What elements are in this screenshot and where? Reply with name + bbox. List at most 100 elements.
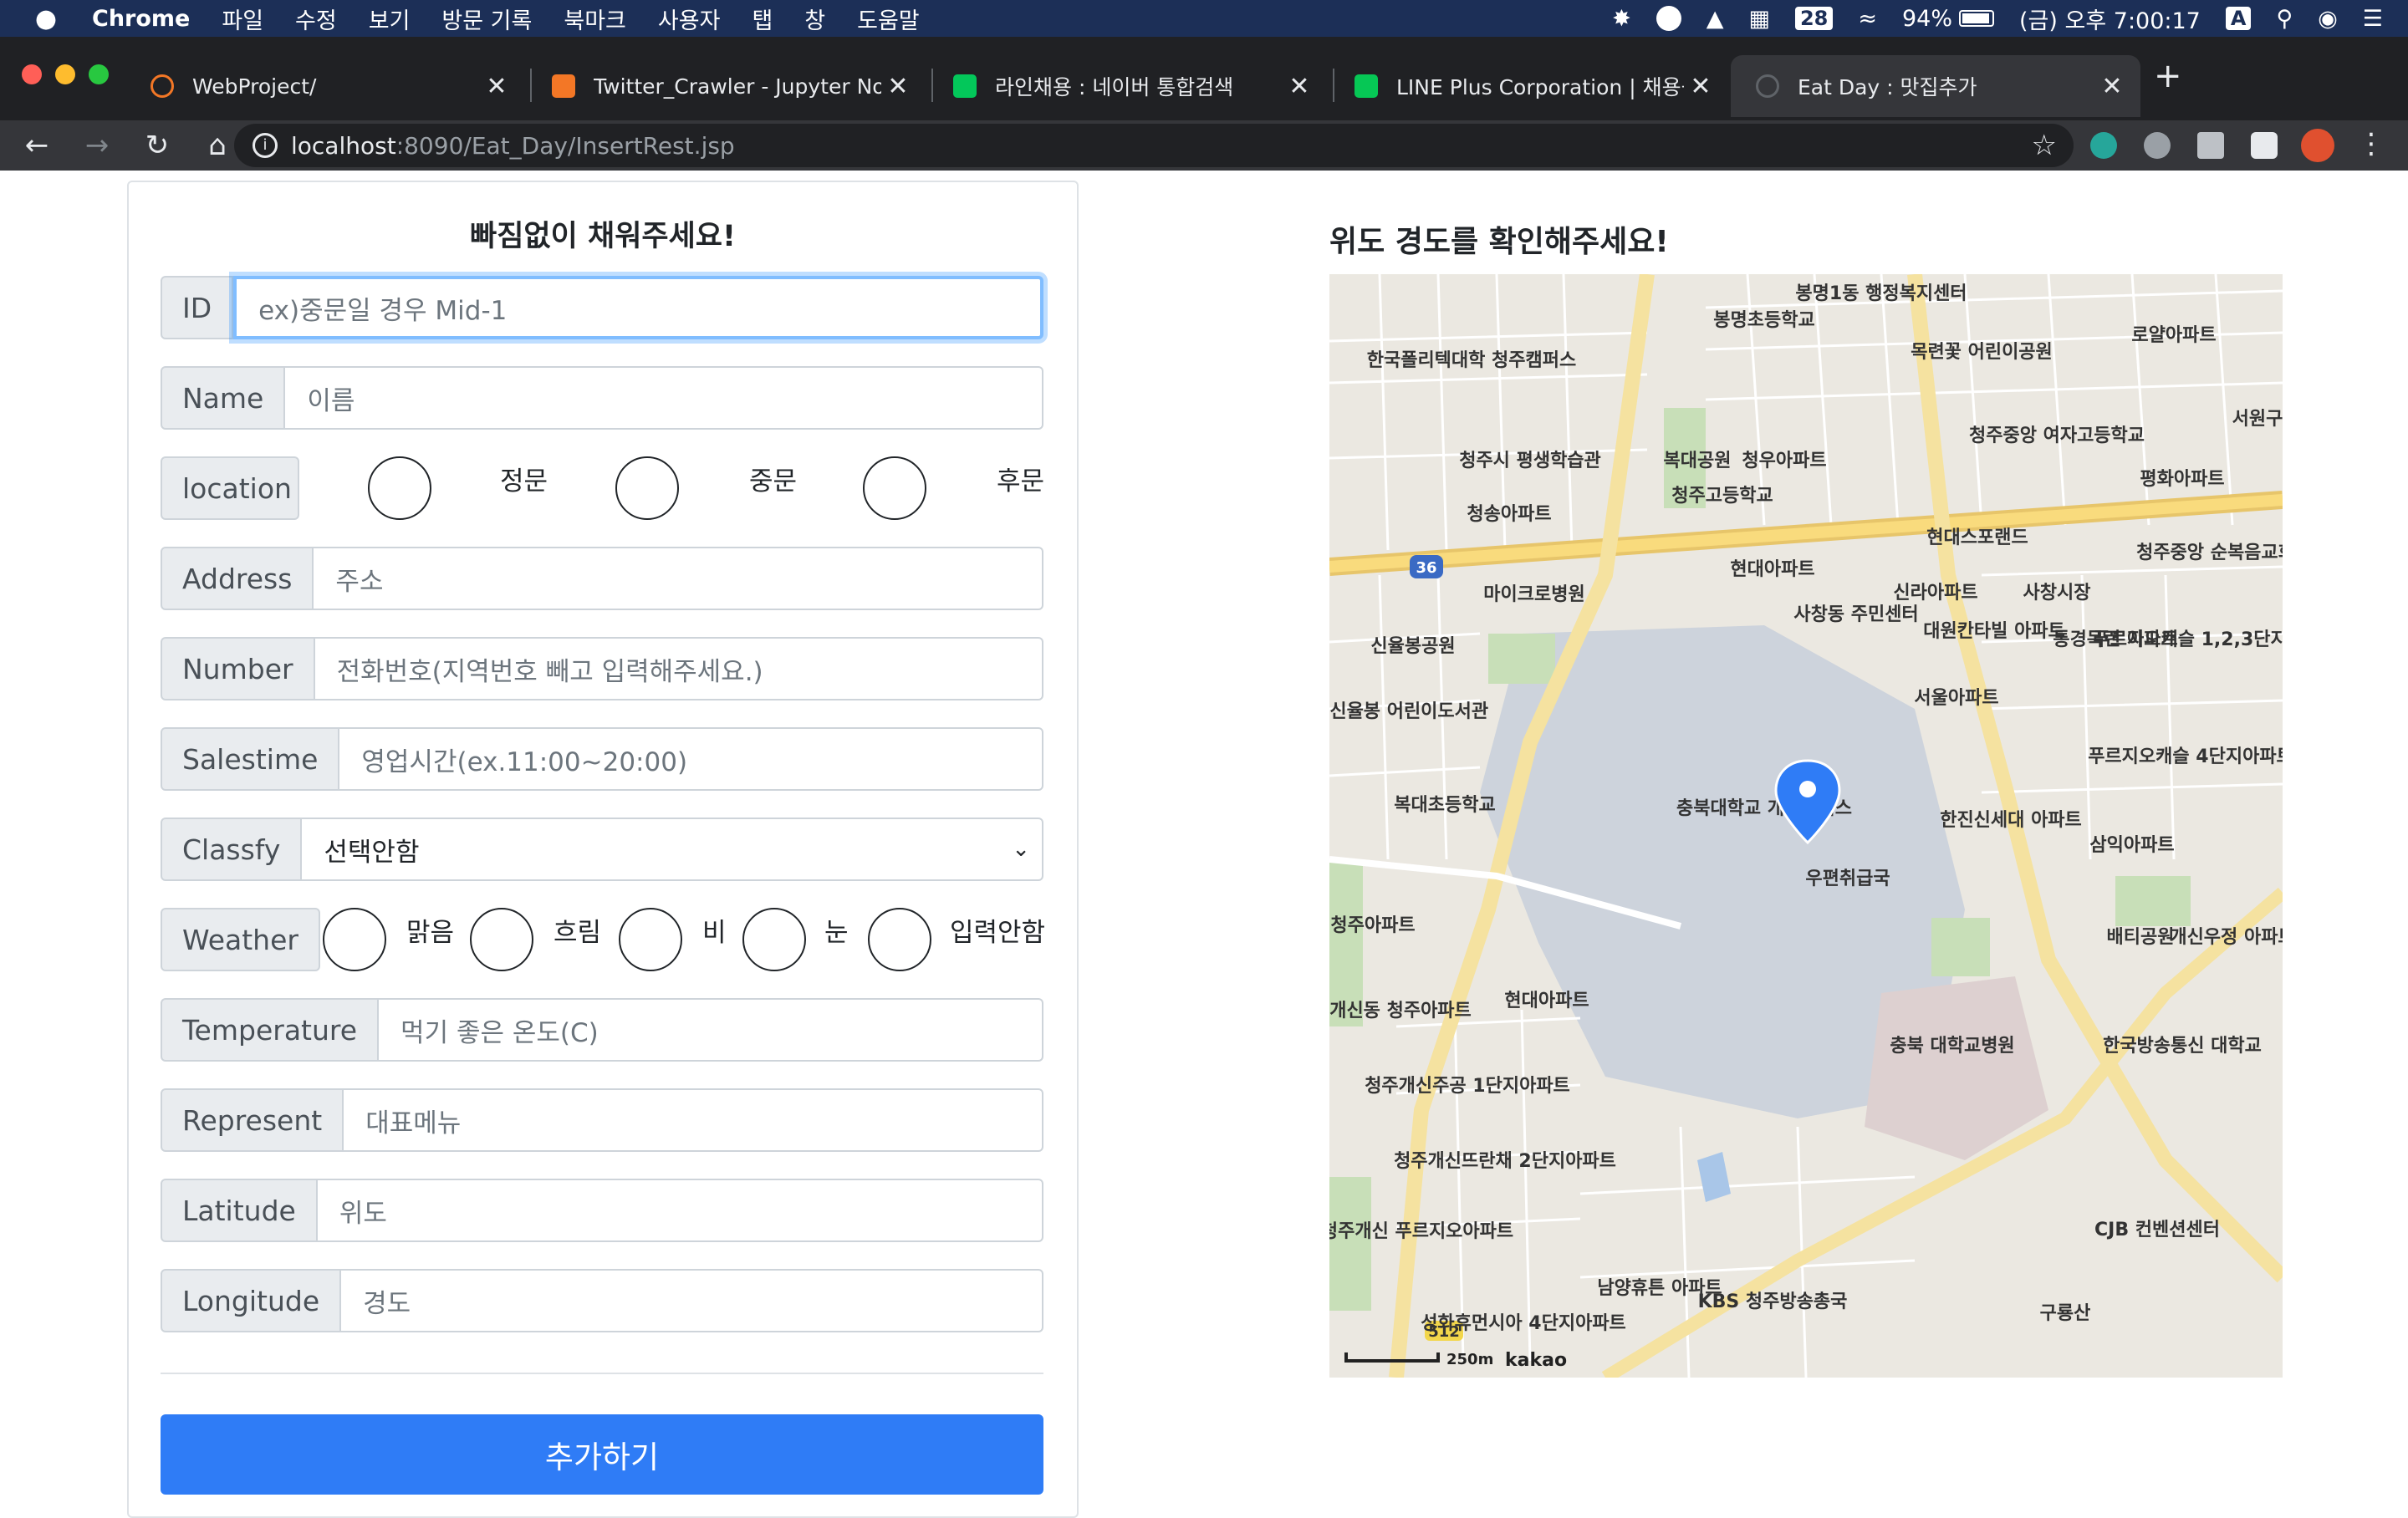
tab-twitter-crawler[interactable]: Twitter_Crawler - Jupyter Note ✕	[527, 55, 926, 117]
salestime-input[interactable]: 영업시간(ex.11:00~20:00)	[339, 727, 1043, 791]
new-tab-icon[interactable]: +	[2154, 57, 2182, 95]
weather-label: Weather	[161, 908, 320, 971]
extension-gear-icon[interactable]	[2144, 132, 2171, 159]
menubar-app-name[interactable]: Chrome	[92, 6, 190, 32]
close-window-button[interactable]	[22, 64, 42, 84]
name-label: Name	[161, 366, 286, 430]
address-bar[interactable]: i localhost:8090/Eat_Day/InsertRest.jsp …	[234, 124, 2074, 167]
add-restaurant-button[interactable]: 추가하기	[161, 1414, 1043, 1495]
battery-percent[interactable]: 94%	[1902, 6, 1995, 32]
tab-close-icon[interactable]: ✕	[480, 72, 513, 101]
wifi-icon[interactable]: ≈	[1858, 6, 1877, 32]
map-label: CJB 컨벤션센터	[2094, 1220, 2220, 1240]
control-center-icon[interactable]: ☰	[2363, 6, 2383, 32]
profile-avatar[interactable]	[2301, 129, 2334, 162]
reload-icon[interactable]: ↻	[127, 129, 187, 162]
map-label: 한국폴리텍대학 청주캠퍼스	[1367, 350, 1577, 371]
map-label: 사창시장	[2023, 583, 2091, 604]
tab-close-icon[interactable]: ✕	[881, 72, 915, 101]
menu-edit[interactable]: 수정	[295, 3, 337, 35]
apple-menu-icon[interactable]: ●	[32, 4, 60, 33]
latitude-input[interactable]: 위도	[317, 1179, 1043, 1242]
location-radio-back[interactable]	[863, 456, 926, 520]
weather-radio-snow[interactable]	[742, 908, 806, 971]
macos-menubar: ● Chrome 파일 수정 보기 방문 기록 북마크 사용자 탭 창 도움말 …	[0, 0, 2408, 37]
tab-close-icon[interactable]: ✕	[1684, 72, 1717, 101]
address-field-group: Address 주소	[161, 547, 1043, 610]
status-gear-icon[interactable]: ✸	[1612, 6, 1631, 32]
latitude-label: Latitude	[161, 1179, 318, 1242]
input-source-indicator[interactable]: A	[2225, 7, 2252, 30]
temperature-input[interactable]: 먹기 좋은 온도(C)	[379, 998, 1043, 1062]
map-label: 푸르지오캐슬 1,2,3단지아파트	[2094, 629, 2283, 650]
menu-history[interactable]: 방문 기록	[441, 3, 532, 35]
map-canvas[interactable]: 36 512 봉명1동 행정복지센터 봉명초등학교 한국폴리텍대학 청주캠퍼스 …	[1329, 274, 2283, 1378]
extension-cast-icon[interactable]	[2197, 132, 2224, 159]
extensions-puzzle-icon[interactable]	[2251, 132, 2278, 159]
map-label: 푸르지오캐슬 4단지아파트	[2088, 746, 2283, 767]
sports-field	[1931, 918, 1990, 976]
menu-tab[interactable]: 탭	[752, 3, 773, 35]
jupyter-favicon-icon	[150, 74, 174, 98]
address-input[interactable]: 주소	[314, 547, 1043, 610]
status-mountain-icon[interactable]: ▲	[1707, 6, 1724, 32]
menu-window[interactable]: 창	[804, 3, 825, 35]
menubar-clock[interactable]: (금) 오후 7:00:17	[2019, 3, 2201, 35]
naver-favicon-icon	[953, 74, 977, 98]
siri-icon[interactable]: ◉	[2318, 6, 2338, 32]
minimize-window-button[interactable]	[55, 64, 75, 84]
map-label: 충북 대학교병원	[1890, 1036, 2014, 1057]
location-radio-front[interactable]	[368, 456, 431, 520]
status-circle-icon[interactable]	[1656, 6, 1681, 31]
map-label: 구룡산	[2040, 1303, 2091, 1324]
weather-radio-cloudy[interactable]	[470, 908, 533, 971]
tab-line-plus[interactable]: LINE Plus Corporation | 채용공고 ✕	[1329, 55, 1729, 117]
bookmark-star-icon[interactable]: ☆	[2032, 129, 2057, 162]
spotlight-search-icon[interactable]: ⚲	[2276, 6, 2293, 32]
tab-close-icon[interactable]: ✕	[1283, 72, 1316, 101]
menu-profiles[interactable]: 사용자	[658, 3, 721, 35]
menu-bookmarks[interactable]: 북마크	[564, 3, 626, 35]
tab-eat-day[interactable]: Eat Day : 맛집추가 ✕	[1731, 55, 2140, 117]
map-label: 배티공원	[2107, 927, 2175, 948]
location-option-front: 정문	[500, 466, 548, 497]
status-grid-icon[interactable]: ▦	[1748, 6, 1770, 32]
name-input[interactable]: 이름	[285, 366, 1043, 430]
location-radio-middle[interactable]	[615, 456, 679, 520]
extension-m-icon[interactable]	[2090, 132, 2117, 159]
map-label: 청주개신뜨란채 2단지아파트	[1394, 1151, 1616, 1172]
form-heading: 빠짐없이 채워주세요!	[470, 220, 736, 253]
map-label: 성화휴먼시아 4단지아파트	[1421, 1313, 1626, 1334]
classfy-select[interactable]: 선택안함 ⌄	[302, 818, 1043, 881]
calendar-badge[interactable]: 28	[1794, 7, 1834, 30]
zoom-window-button[interactable]	[89, 64, 109, 84]
tab-line-naver[interactable]: 라인채용 : 네이버 통합검색 ✕	[928, 55, 1328, 117]
menu-view[interactable]: 보기	[369, 3, 411, 35]
number-input[interactable]: 전화번호(지역번호 빼고 입력해주세요.)	[314, 637, 1043, 700]
forward-arrow-icon[interactable]: →	[67, 129, 127, 162]
menu-help[interactable]: 도움말	[857, 3, 920, 35]
tab-close-icon[interactable]: ✕	[2095, 72, 2129, 101]
longitude-input[interactable]: 경도	[341, 1269, 1043, 1332]
location-option-middle: 중문	[749, 466, 798, 497]
chrome-menu-icon[interactable]: ⋮	[2346, 127, 2396, 160]
kakao-map[interactable]: 36 512 봉명1동 행정복지센터 봉명초등학교 한국폴리텍대학 청주캠퍼스 …	[1329, 274, 2283, 1378]
tab-title: WebProject/	[192, 74, 317, 99]
site-info-icon[interactable]: i	[253, 133, 278, 158]
map-label: 서울아파트	[1914, 688, 1998, 709]
menu-file[interactable]: 파일	[222, 3, 263, 35]
weather-field-group: Weather	[161, 908, 320, 971]
weather-radio-sunny[interactable]	[323, 908, 386, 971]
back-arrow-icon[interactable]: ←	[7, 129, 67, 162]
id-input[interactable]: ex)중문일 경우 Mid-1	[233, 276, 1043, 339]
map-label: 한국방송통신 대학교	[2103, 1036, 2262, 1057]
browser-toolbar: ← → ↻ ⌂ i localhost:8090/Eat_Day/InsertR…	[0, 120, 2408, 171]
weather-radio-none[interactable]	[868, 908, 931, 971]
salestime-field-group: Salestime 영업시간(ex.11:00~20:00)	[161, 727, 1043, 791]
tab-webproject[interactable]: WebProject/ ✕	[125, 55, 525, 117]
map-label: 청주중앙 순복음교회	[2136, 543, 2283, 563]
weather-radio-rain[interactable]	[619, 908, 682, 971]
represent-input[interactable]: 대표메뉴	[344, 1088, 1043, 1152]
longitude-field-group: Longitude 경도	[161, 1269, 1043, 1332]
weather-option-rain: 비	[702, 918, 727, 948]
